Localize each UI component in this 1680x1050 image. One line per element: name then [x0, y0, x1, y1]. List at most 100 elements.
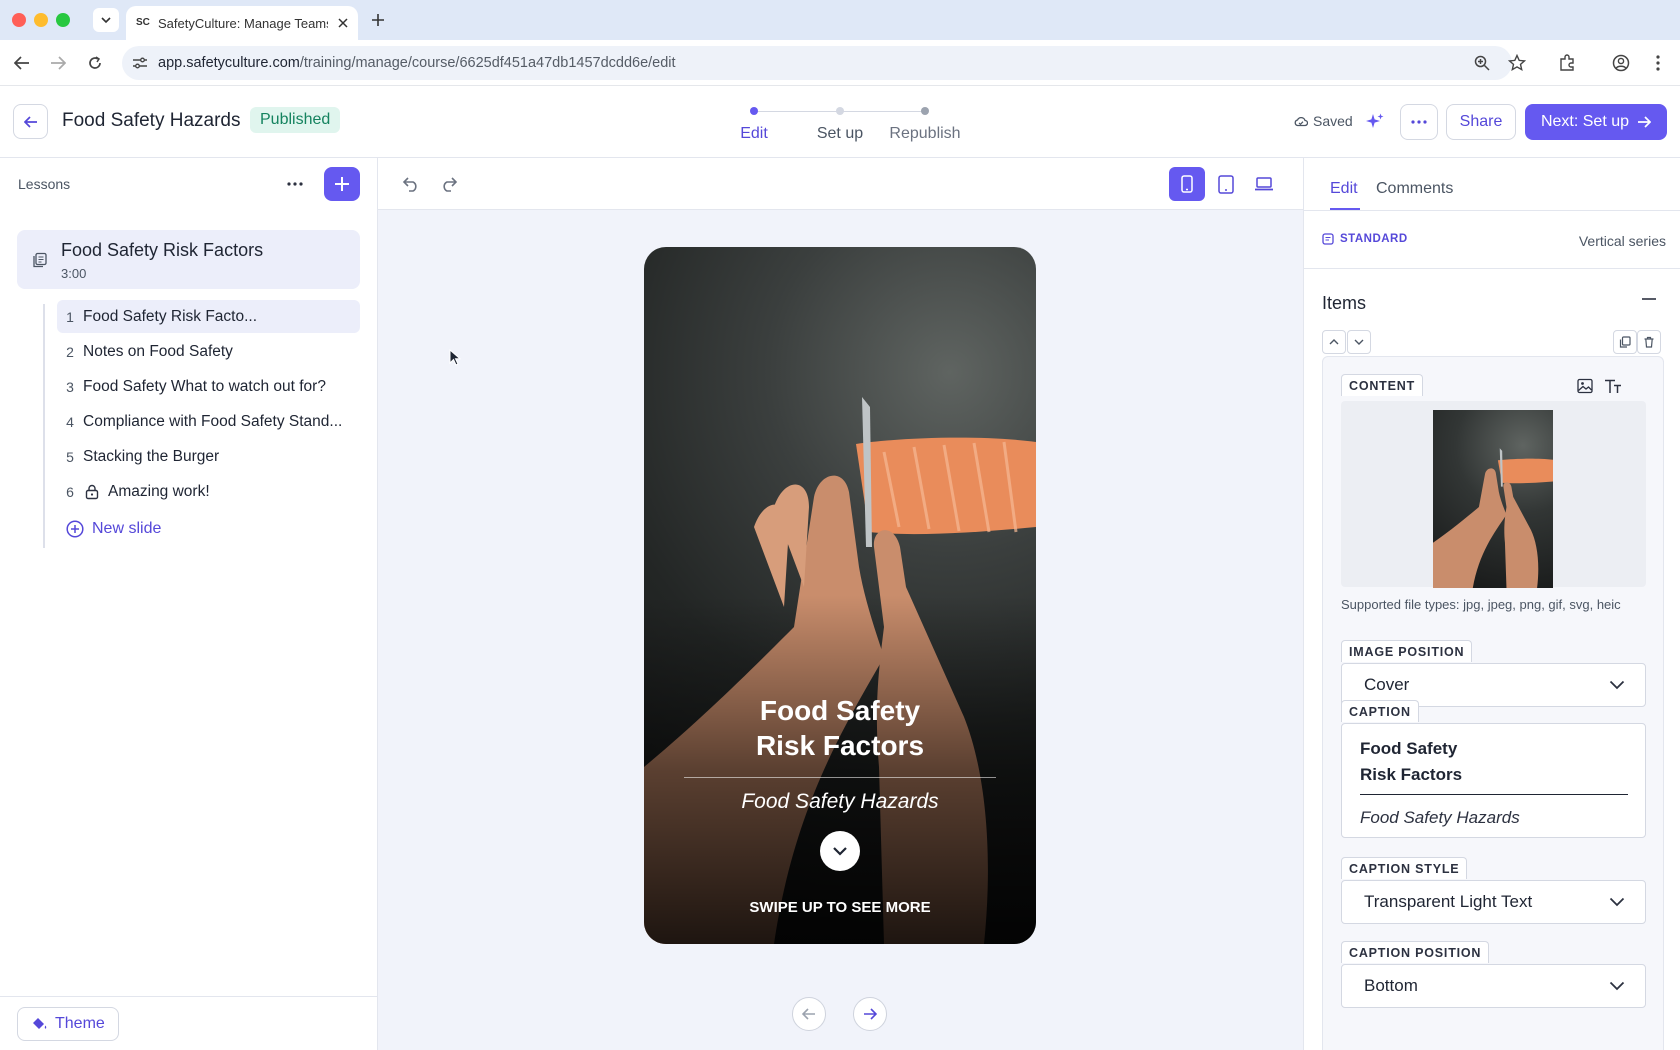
- caption-style-select[interactable]: Transparent Light Text: [1341, 880, 1646, 924]
- slide-item-6[interactable]: 6 Amazing work!: [57, 475, 360, 508]
- minimize-window-button[interactable]: [34, 13, 48, 27]
- profile-icon[interactable]: [1612, 54, 1630, 72]
- slide-type-text: STANDARD: [1340, 233, 1408, 245]
- step-edit[interactable]: Edit: [724, 125, 784, 143]
- tab-comments[interactable]: Comments: [1376, 180, 1453, 198]
- chevron-down-icon: [833, 847, 847, 856]
- lesson-duration: 3:00: [61, 266, 87, 281]
- zoom-icon[interactable]: [1474, 55, 1490, 71]
- caption-position-value: Bottom: [1364, 976, 1418, 995]
- caption-position-label: CAPTION POSITION: [1341, 941, 1490, 963]
- properties-panel: Edit Comments STANDARD Vertical series I…: [1303, 158, 1680, 1050]
- standard-slide-icon: [1322, 233, 1334, 245]
- slide-caption-divider: [684, 777, 996, 778]
- close-tab-icon[interactable]: [338, 18, 348, 28]
- lessons-more-icon[interactable]: [287, 182, 303, 186]
- series-type-label: Vertical series: [1578, 233, 1666, 249]
- desktop-icon[interactable]: [1254, 177, 1274, 191]
- mobile-icon: [1181, 175, 1193, 193]
- slide-caption-line-2: Risk Factors: [755, 730, 925, 761]
- url-bar[interactable]: app.safetyculture.com/training/manage/co…: [122, 46, 1512, 80]
- swipe-hint: SWIPE UP TO SEE MORE: [749, 899, 931, 916]
- chevron-down-icon: [1609, 897, 1625, 907]
- slide-preview-phone[interactable]: Food Safety Risk Factors Food Safety Haz…: [644, 247, 1036, 944]
- tablet-icon[interactable]: [1218, 175, 1234, 194]
- slide-item-1[interactable]: 1 Food Safety Risk Facto...: [57, 300, 360, 333]
- swipe-down-button[interactable]: [820, 831, 860, 871]
- duplicate-item-button[interactable]: [1613, 330, 1637, 354]
- mobile-view-button[interactable]: [1169, 167, 1205, 201]
- slide-label: Stacking the Burger: [83, 447, 220, 465]
- undo-icon[interactable]: [402, 176, 420, 192]
- arrow-left-icon: [802, 1008, 815, 1020]
- step-republish[interactable]: Republish: [880, 125, 970, 143]
- items-heading: Items: [1322, 293, 1367, 313]
- slide-item-5[interactable]: 5 Stacking the Burger: [57, 440, 360, 473]
- bookmark-star-icon[interactable]: [1508, 54, 1526, 72]
- caption-style-label: CAPTION STYLE: [1341, 857, 1468, 879]
- theme-button[interactable]: Theme: [17, 1007, 119, 1041]
- image-upload-area[interactable]: [1341, 401, 1646, 588]
- image-icon[interactable]: [1577, 378, 1593, 394]
- slide-number: 1: [66, 308, 74, 325]
- slide-caption-title: Food Safety Risk Factors: [644, 693, 1036, 763]
- maximize-window-button[interactable]: [56, 13, 70, 27]
- url-text: app.safetyculture.com/training/manage/co…: [158, 55, 676, 71]
- plus-circle-icon: [66, 520, 84, 538]
- slide-type-label: STANDARD: [1322, 233, 1408, 245]
- editor-header: Food Safety Hazards Published Edit Set u…: [0, 86, 1680, 158]
- site-settings-icon[interactable]: [132, 56, 148, 70]
- caption-editor-divider: [1360, 794, 1628, 795]
- close-window-button[interactable]: [12, 13, 26, 27]
- slide-item-2[interactable]: 2 Notes on Food Safety: [57, 335, 360, 368]
- tab-search-button[interactable]: [93, 8, 119, 32]
- image-position-value: Cover: [1364, 675, 1410, 694]
- course-title: Food Safety Hazards: [62, 110, 241, 131]
- arrow-left-icon: [23, 115, 37, 128]
- step-setup[interactable]: Set up: [800, 125, 880, 143]
- slide-number: 4: [66, 413, 74, 430]
- caption-editor-subtitle: Food Safety Hazards: [1360, 808, 1520, 827]
- cloud-check-icon: [1294, 116, 1308, 127]
- forward-arrow-icon[interactable]: [50, 56, 66, 70]
- text-size-icon[interactable]: [1604, 378, 1622, 394]
- redo-icon[interactable]: [440, 176, 458, 192]
- browser-address-bar: app.safetyculture.com/training/manage/co…: [0, 40, 1680, 86]
- caption-editor[interactable]: Food Safety Risk Factors Food Safety Haz…: [1341, 723, 1646, 838]
- move-item-up-button[interactable]: [1322, 330, 1346, 354]
- next-setup-button[interactable]: Next: Set up: [1525, 104, 1667, 140]
- share-button[interactable]: Share: [1446, 104, 1516, 140]
- mouse-cursor-icon: [449, 349, 461, 366]
- back-arrow-icon[interactable]: [14, 56, 30, 70]
- save-status: Saved: [1294, 113, 1353, 129]
- new-tab-icon[interactable]: [371, 13, 385, 27]
- thumbnail-photo: [1433, 448, 1553, 588]
- previous-slide-button[interactable]: [792, 997, 826, 1031]
- extensions-icon[interactable]: [1558, 54, 1576, 72]
- slide-item-4[interactable]: 4 Compliance with Food Safety Stand...: [57, 405, 360, 438]
- next-slide-button[interactable]: [853, 997, 887, 1031]
- tabs-divider: [1304, 210, 1680, 211]
- reload-icon[interactable]: [87, 55, 103, 71]
- more-options-button[interactable]: [1400, 104, 1438, 140]
- caption-position-select[interactable]: Bottom: [1341, 964, 1646, 1008]
- paint-bucket-icon: [33, 1018, 47, 1029]
- cover-image-thumbnail: [1433, 410, 1553, 588]
- browser-menu-icon[interactable]: [1655, 54, 1661, 72]
- tab-edit[interactable]: Edit: [1330, 180, 1358, 198]
- slide-list-rail: [43, 304, 45, 548]
- lesson-card[interactable]: Food Safety Risk Factors 3:00: [17, 230, 360, 289]
- back-button[interactable]: [13, 104, 48, 139]
- slide-item-3[interactable]: 3 Food Safety What to watch out for?: [57, 370, 360, 403]
- ai-sparkle-icon[interactable]: [1365, 112, 1385, 132]
- slide-number: 2: [66, 343, 74, 360]
- browser-tab-active[interactable]: SC SafetyCulture: Manage Teams: [126, 6, 358, 40]
- caption-style-value: Transparent Light Text: [1364, 892, 1533, 911]
- new-slide-button[interactable]: New slide: [66, 520, 161, 538]
- delete-item-button[interactable]: [1637, 330, 1661, 354]
- add-lesson-button[interactable]: [324, 167, 360, 201]
- theme-label: Theme: [55, 1015, 105, 1032]
- collapse-icon[interactable]: [1642, 298, 1656, 300]
- url-path: /training/manage/course/6625df451a47db14…: [299, 55, 676, 71]
- move-item-down-button[interactable]: [1347, 330, 1371, 354]
